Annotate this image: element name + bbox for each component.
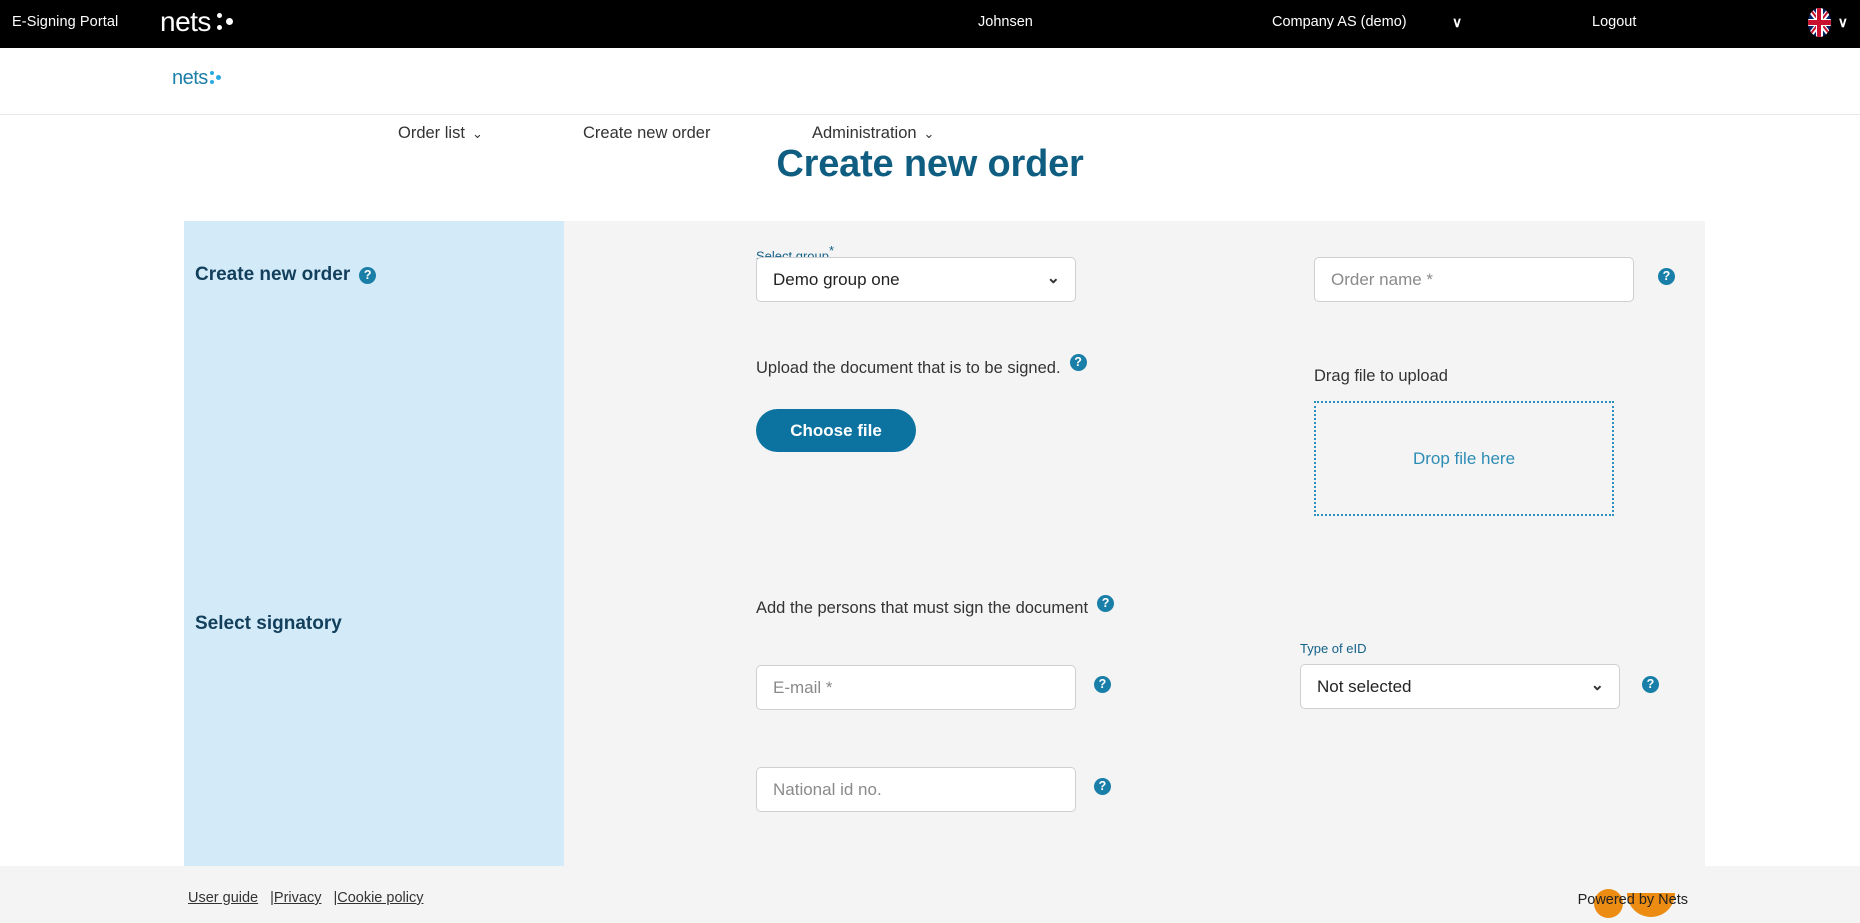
nets-dots-icon: [216, 12, 234, 33]
signatory-instruction-label: Add the persons that must sign the docum…: [756, 599, 1089, 617]
required-mark: *: [829, 243, 835, 258]
order-name-input[interactable]: [1314, 257, 1634, 302]
signatory-instruction: Add the persons that must sign the docum…: [756, 595, 1115, 618]
footer-link-cookie-policy[interactable]: Cookie policy: [337, 890, 423, 906]
chevron-down-icon: ⌄: [923, 125, 935, 141]
drag-file-label: Drag file to upload: [1314, 367, 1448, 385]
nav-item-label: Create new order: [583, 124, 711, 142]
choose-file-button[interactable]: Choose file: [756, 409, 916, 452]
portal-title: E-Signing Portal: [12, 14, 119, 30]
eid-type-label: Type of eID: [1300, 641, 1367, 656]
sidebar-section-create-new-order: Create new order ?: [195, 264, 377, 286]
footer-link-privacy[interactable]: Privacy: [274, 890, 322, 906]
page-title: Create new order: [776, 143, 1084, 185]
powered-by-label: Powered by Nets: [1577, 892, 1688, 908]
help-icon[interactable]: ?: [1097, 595, 1115, 612]
nets-dots-icon: [209, 71, 222, 86]
help-icon[interactable]: ?: [359, 266, 377, 284]
file-dropzone[interactable]: Drop file here: [1314, 401, 1614, 516]
nav-item-label: Administration: [812, 124, 917, 142]
sidebar-section-label: Select signatory: [195, 613, 342, 634]
help-icon[interactable]: ?: [1069, 354, 1087, 371]
nets-wordmark: nets: [172, 67, 208, 89]
sidebar-section-select-signatory: Select signatory: [195, 613, 342, 635]
nav-item-order-list[interactable]: Order list ⌄: [398, 124, 483, 143]
email-input[interactable]: [756, 665, 1076, 710]
upload-instruction: Upload the document that is to be signed…: [756, 354, 1087, 378]
chevron-down-icon[interactable]: ∨: [1452, 14, 1462, 31]
nets-wordmark: nets: [160, 6, 211, 37]
logout-button[interactable]: Logout: [1592, 14, 1636, 30]
help-icon[interactable]: ?: [1642, 676, 1659, 693]
form-panel: Select group* Demo group one ⌄ ? Upload …: [564, 221, 1705, 866]
select-group-dropdown[interactable]: Demo group one: [756, 257, 1076, 302]
help-icon[interactable]: ?: [1094, 778, 1111, 795]
eid-type-wrapper: Not selected ⌄: [1300, 664, 1620, 709]
footer-links: User guide | Privacy | Cookie policy: [188, 890, 423, 906]
user-name: Johnsen: [978, 14, 1033, 30]
page-footer: User guide | Privacy | Cookie policy Pow…: [0, 866, 1860, 923]
help-icon[interactable]: ?: [1658, 268, 1675, 285]
content-area: Create new order ? Select signatory Sele…: [184, 221, 1705, 866]
company-selector-label[interactable]: Company AS (demo): [1272, 14, 1407, 30]
nav-item-label: Order list: [398, 124, 465, 142]
sidebar-panel: Create new order ? Select signatory: [184, 221, 564, 866]
nav-item-create-new-order[interactable]: Create new order: [583, 124, 710, 143]
main-navigation-bar: nets Order list ⌄ Create new order Admin…: [0, 48, 1860, 142]
top-utility-bar: E-Signing Portal nets Johnsen Company AS…: [0, 0, 1860, 48]
chevron-down-icon[interactable]: ∨: [1838, 14, 1848, 31]
uk-flag-icon[interactable]: [1807, 8, 1831, 37]
footer-link-user-guide[interactable]: User guide: [188, 890, 258, 906]
nets-logo-topbar: nets: [160, 8, 234, 36]
nav-item-administration[interactable]: Administration ⌄: [812, 124, 934, 143]
chevron-down-icon: ⌄: [471, 125, 483, 141]
nets-logo-nav[interactable]: nets: [172, 68, 222, 88]
eid-type-dropdown[interactable]: Not selected: [1300, 664, 1620, 709]
dropzone-label: Drop file here: [1412, 448, 1516, 468]
national-id-input[interactable]: [756, 767, 1076, 812]
help-icon[interactable]: ?: [1094, 676, 1111, 693]
upload-instruction-label: Upload the document that is to be signed…: [756, 359, 1061, 377]
sidebar-section-label: Create new order: [195, 264, 351, 285]
select-group-wrapper: Demo group one ⌄: [756, 257, 1076, 302]
language-selector[interactable]: ∨: [1807, 8, 1848, 37]
